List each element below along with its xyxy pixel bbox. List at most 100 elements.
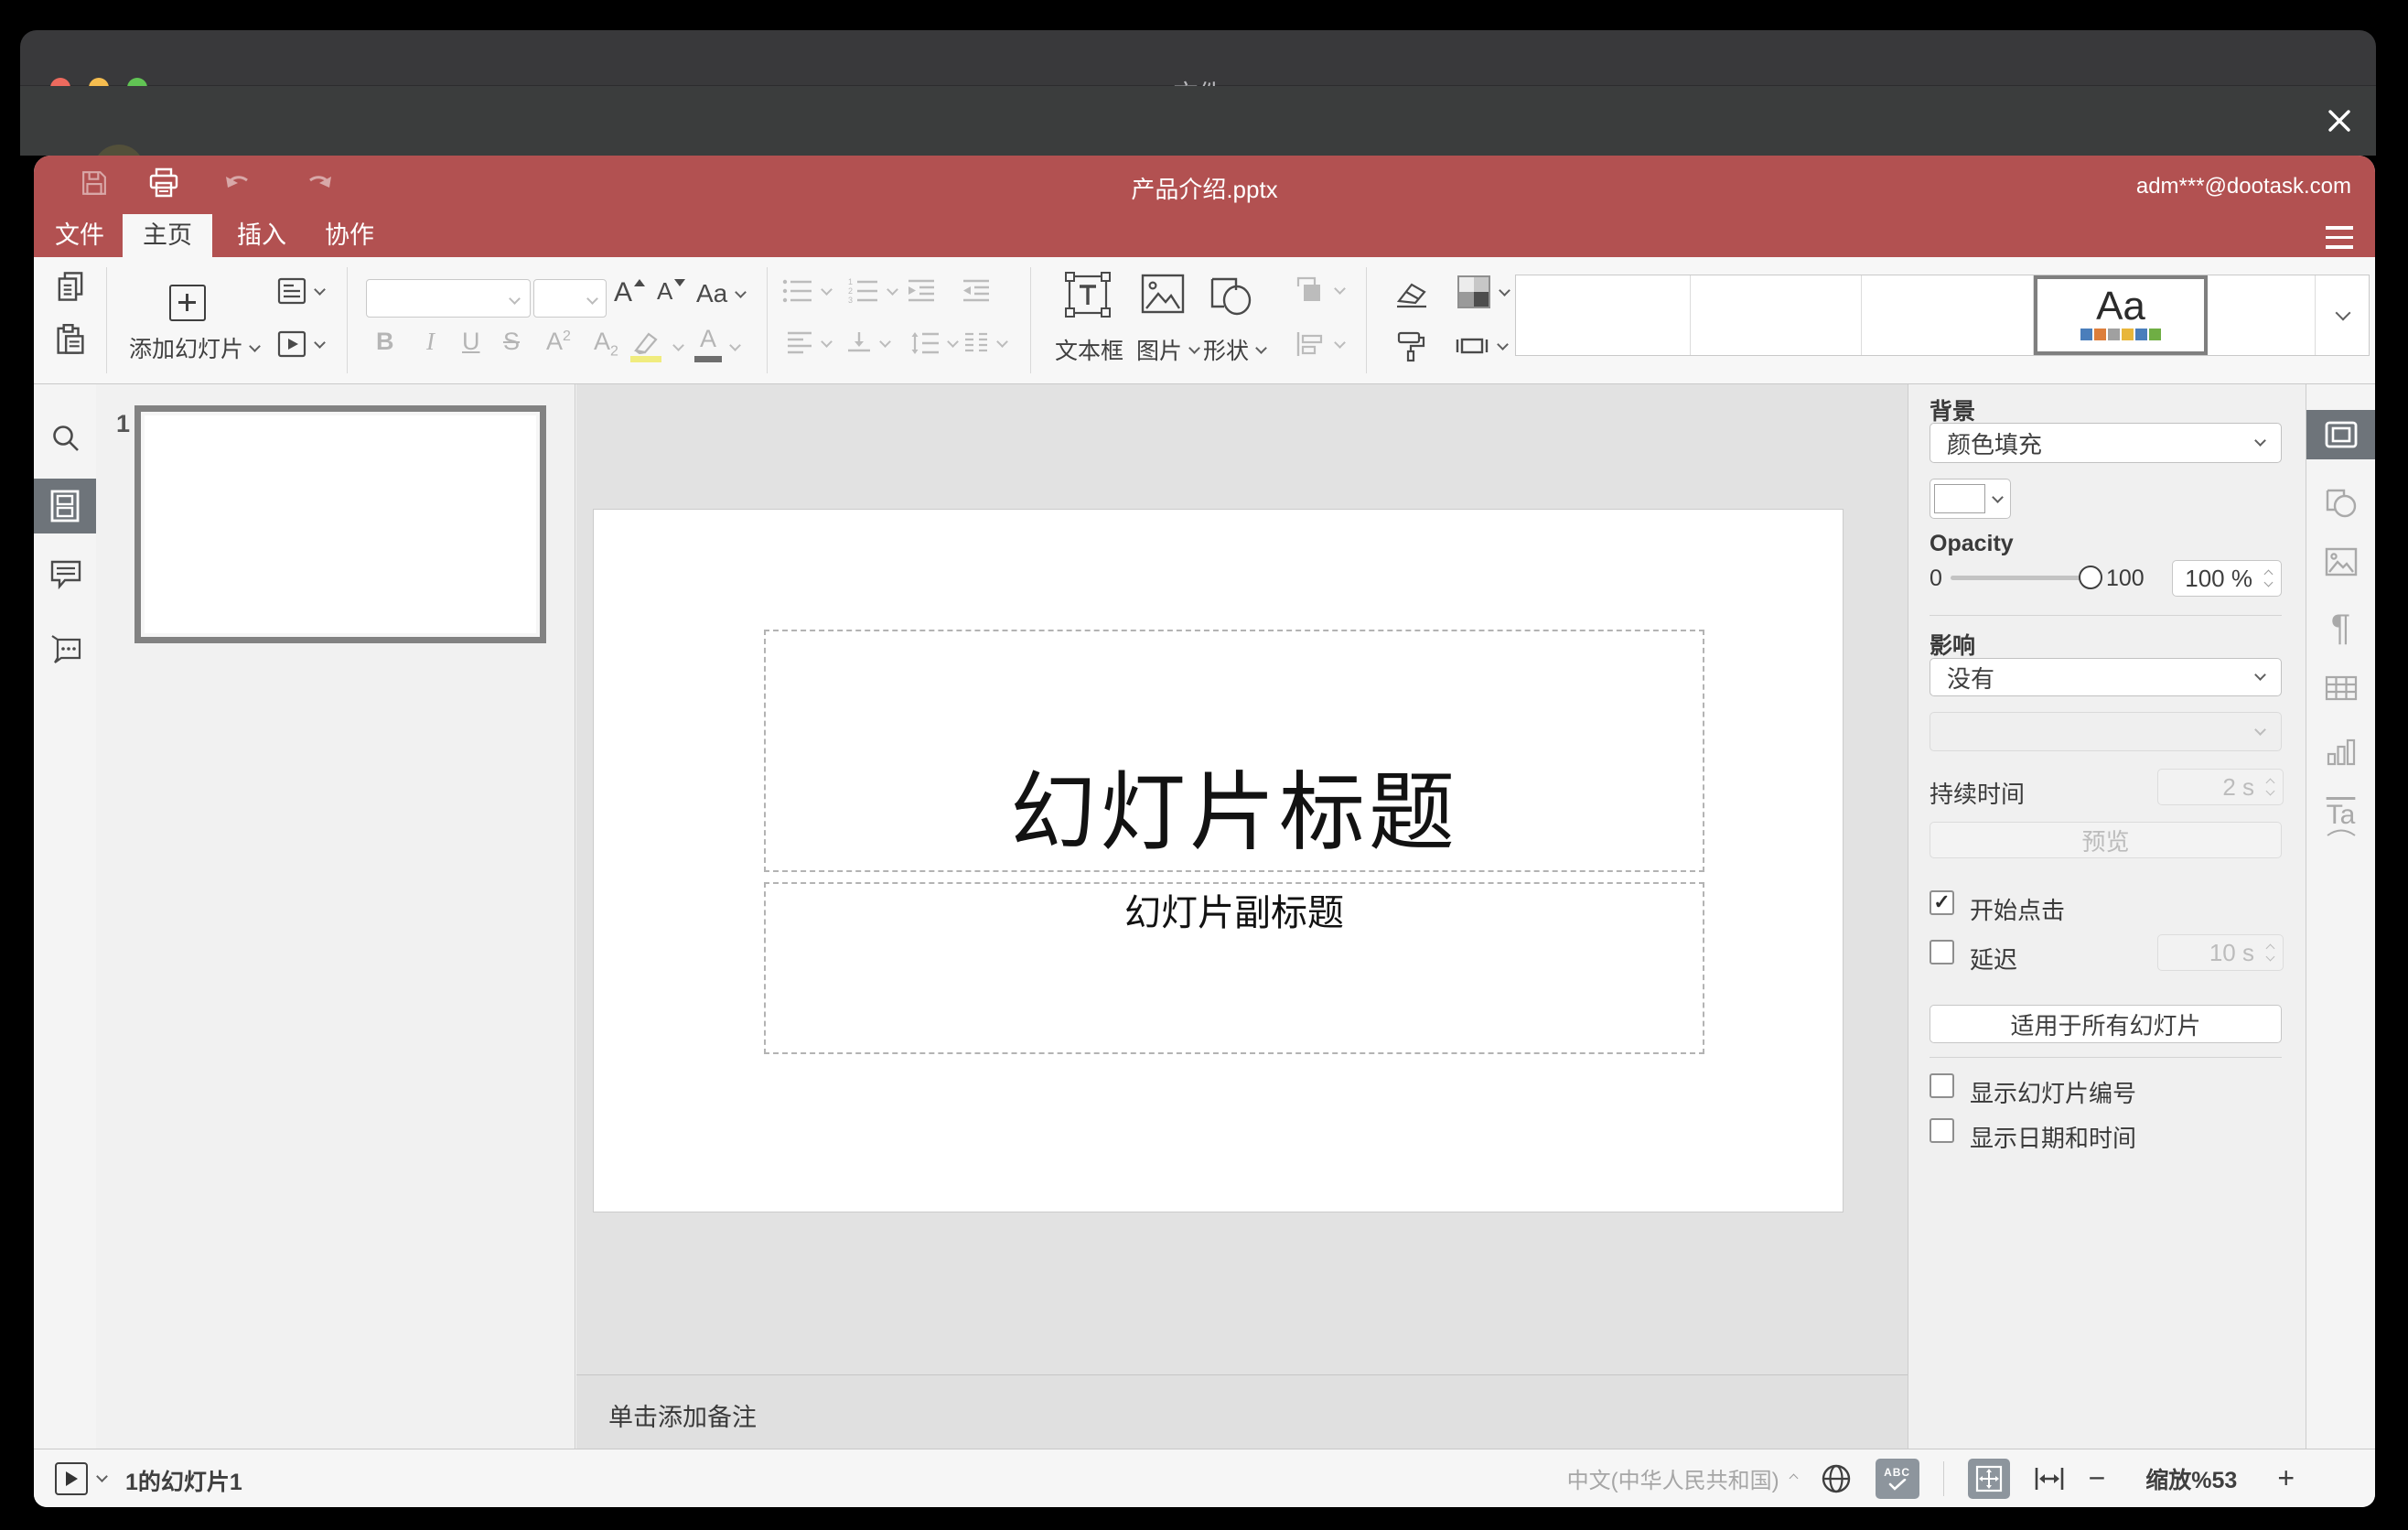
add-slide-icon[interactable] [169, 285, 206, 321]
columns-button[interactable] [963, 330, 1008, 356]
effect-option-dropdown[interactable] [1930, 712, 2282, 751]
duration-spinner[interactable]: 2 s [2157, 769, 2284, 805]
increase-indent-icon[interactable] [962, 277, 991, 305]
opacity-slider-knob[interactable] [2079, 566, 2102, 589]
background-color-picker[interactable] [1930, 479, 2011, 519]
slideshow-options-arrow[interactable] [96, 1471, 108, 1482]
fit-width-icon[interactable] [2034, 1465, 2065, 1492]
slide-size-button[interactable] [1456, 332, 1509, 360]
copy-icon[interactable] [55, 271, 86, 302]
change-case-button[interactable]: Aa [696, 279, 747, 308]
globe-icon[interactable] [1821, 1463, 1852, 1494]
comments-icon[interactable] [50, 560, 81, 589]
decrease-indent-icon[interactable] [907, 277, 936, 305]
tab-home[interactable]: 主页 [123, 214, 212, 257]
font-size-combobox[interactable] [533, 279, 607, 318]
slide-thumbnail-selected[interactable] [134, 405, 546, 643]
subscript-button[interactable]: A2 [594, 328, 618, 360]
chat-icon[interactable] [50, 634, 81, 663]
horizontal-align-button[interactable] [786, 330, 833, 356]
start-slideshow-button[interactable] [277, 330, 326, 358]
color-scheme-button[interactable] [1457, 275, 1510, 308]
svg-text:3: 3 [848, 296, 853, 305]
align-shapes-button[interactable] [1295, 330, 1346, 358]
font-color-arrow[interactable] [729, 339, 741, 351]
effect-dropdown[interactable]: 没有 [1930, 658, 2282, 696]
theme-item-selected[interactable]: Aa [2034, 275, 2208, 355]
theme-color-swatches [2037, 329, 2204, 340]
theme-gallery-expand-button[interactable] [2316, 275, 2370, 355]
paragraph-settings-icon[interactable]: ¶ [2331, 609, 2350, 646]
delay-spinner[interactable]: 10 s [2157, 934, 2284, 971]
strikethrough-button[interactable]: S [503, 328, 520, 356]
left-sidebar [34, 384, 96, 1449]
underline-button[interactable]: U [462, 328, 480, 356]
spellcheck-toggle[interactable]: ABC [1875, 1458, 1919, 1499]
insert-image-label[interactable]: 图片 [1136, 333, 1200, 366]
slide-thumbnail-preview [145, 415, 536, 633]
decrease-font-icon[interactable]: A [657, 277, 686, 306]
zoom-in-button[interactable]: + [2277, 1461, 2295, 1495]
show-slide-number-checkbox[interactable] [1930, 1073, 1954, 1098]
sidebar-item-slides-selected[interactable] [34, 479, 96, 533]
tab-collaboration[interactable]: 协作 [320, 214, 379, 257]
fit-slide-toggle[interactable] [1967, 1458, 2010, 1499]
slide-layout-button[interactable] [277, 277, 326, 305]
apply-to-all-slides-button[interactable]: 适用于所有幻灯片 [1930, 1005, 2282, 1043]
delay-checkbox[interactable] [1930, 940, 1954, 964]
shape-settings-icon[interactable] [2325, 487, 2358, 518]
background-fill-dropdown[interactable]: 颜色填充 [1930, 423, 2282, 463]
preview-button[interactable]: 预览 [1930, 822, 2282, 858]
insert-shape-button[interactable] [1209, 274, 1254, 318]
image-settings-icon[interactable] [2325, 547, 2358, 576]
notes-area[interactable]: 单击添加备注 [576, 1374, 1908, 1449]
slide-subtitle-text: 幻灯片副标题 [1124, 893, 1344, 933]
theme-item[interactable] [2208, 275, 2316, 355]
vertical-align-button[interactable] [846, 330, 891, 356]
theme-item[interactable] [1516, 275, 1691, 355]
font-color-button[interactable]: A [694, 325, 722, 362]
text-art-settings-icon[interactable]: Ta [2326, 800, 2357, 836]
image-icon [1141, 274, 1185, 314]
theme-item[interactable] [1691, 275, 1862, 355]
bold-button[interactable]: B [376, 328, 394, 356]
close-icon[interactable] [2327, 108, 2352, 134]
text-box-button[interactable] [1062, 270, 1113, 319]
theme-item[interactable] [1862, 275, 2034, 355]
add-slide-button[interactable]: 添加幻灯片 [129, 331, 261, 364]
tab-insert[interactable]: 插入 [232, 214, 291, 257]
zoom-out-button[interactable]: − [2089, 1461, 2106, 1495]
arrange-shapes-button[interactable] [1295, 275, 1346, 305]
insert-shape-label[interactable]: 形状 [1203, 333, 1267, 366]
superscript-button[interactable]: A2 [546, 328, 571, 356]
slide-settings-tab-selected[interactable] [2306, 410, 2375, 459]
show-date-time-checkbox[interactable] [1930, 1118, 1954, 1143]
table-settings-icon[interactable] [2325, 675, 2358, 701]
chart-settings-icon[interactable] [2326, 738, 2357, 767]
bullet-list-button[interactable] [782, 277, 833, 305]
search-icon[interactable] [51, 424, 81, 453]
opacity-spinner[interactable]: 100 % [2172, 560, 2282, 597]
font-name-combobox[interactable] [366, 279, 531, 318]
paste-icon[interactable] [55, 324, 86, 355]
opacity-slider-track[interactable] [1951, 576, 2080, 580]
start-slideshow-statusbar-button[interactable] [55, 1462, 88, 1495]
copy-style-roller-icon[interactable] [1397, 330, 1426, 363]
insert-image-button[interactable] [1141, 274, 1185, 314]
subtitle-placeholder[interactable]: 幻灯片副标题 [764, 882, 1704, 1054]
slide-editing-area[interactable]: 幻灯片标题 幻灯片副标题 [593, 509, 1844, 1212]
tab-file[interactable]: 文件 [50, 214, 109, 257]
highlight-color-button[interactable] [630, 329, 663, 362]
text-box-label[interactable]: 文本框 [1055, 333, 1123, 366]
numbered-list-button[interactable]: 123 [848, 277, 898, 305]
clear-style-eraser-icon[interactable] [1393, 279, 1430, 308]
line-spacing-button[interactable] [910, 330, 959, 356]
italic-button[interactable]: I [426, 328, 435, 356]
mac-titlebar: 文件 [20, 30, 2376, 108]
language-selector[interactable]: 中文(中华人民共和国) [1567, 1462, 1799, 1494]
menu-hamburger-icon[interactable] [2326, 226, 2353, 249]
start-on-click-checkbox[interactable]: ✓ [1930, 890, 1954, 915]
highlight-color-arrow[interactable] [672, 339, 684, 351]
title-placeholder[interactable]: 幻灯片标题 [764, 630, 1704, 872]
increase-font-icon[interactable]: A [614, 277, 646, 308]
